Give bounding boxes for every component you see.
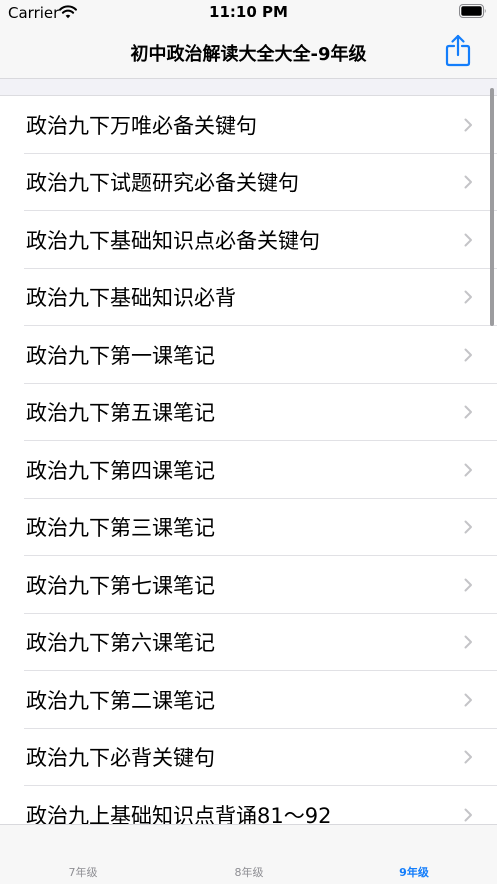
chevron-right-icon: [464, 405, 472, 419]
scrollbar[interactable]: [490, 88, 494, 326]
status-bar: Carrier 11:10 PM: [0, 0, 497, 28]
list-item[interactable]: 政治九下试题研究必备关键句: [0, 154, 497, 212]
chevron-right-icon: [464, 750, 472, 764]
list-item[interactable]: 政治九下万唯必备关键句: [0, 96, 497, 154]
list-item-label: 政治九下第五课笔记: [26, 401, 215, 426]
chevron-right-icon: [464, 578, 472, 592]
page-title: 初中政治解读大全大全-9年级: [130, 44, 367, 65]
chevron-right-icon: [464, 463, 472, 477]
list-item-label: 政治九上基础知识点背诵81～92: [26, 803, 332, 824]
tab-label: 8年级: [234, 866, 264, 879]
chevron-right-icon: [464, 520, 472, 534]
list-item-label: 政治九下基础知识点必备关键句: [26, 228, 320, 253]
list-item[interactable]: 政治九下基础知识必背: [0, 269, 497, 327]
chapter-list: 政治九下万唯必备关键句 政治九下试题研究必备关键句 政治九下基础知识点必备关键句…: [0, 96, 497, 824]
list-item-label: 政治九下第七课笔记: [26, 573, 215, 598]
list-item[interactable]: 政治九下第七课笔记: [0, 556, 497, 614]
tab-9th-grade[interactable]: 9年级: [331, 825, 497, 884]
navigation-bar: 初中政治解读大全大全-9年级: [0, 28, 497, 79]
list-item-label: 政治九下基础知识必背: [26, 286, 236, 311]
list-item[interactable]: 政治九下第二课笔记: [0, 671, 497, 729]
battery-icon: [459, 4, 486, 18]
list-item-label: 政治九下万唯必备关键句: [26, 113, 257, 138]
chevron-right-icon: [464, 348, 472, 362]
chevron-right-icon: [464, 233, 472, 247]
list-section-gap: [0, 79, 497, 96]
list-item-label: 政治九下第六课笔记: [26, 631, 215, 656]
chevron-right-icon: [464, 175, 472, 189]
chevron-right-icon: [464, 808, 472, 822]
list-item-label: 政治九下第三课笔记: [26, 516, 215, 541]
clock-label: 11:10 PM: [209, 3, 288, 21]
chevron-right-icon: [464, 118, 472, 132]
tab-label: 9年级: [399, 866, 429, 879]
list-item[interactable]: 政治九下第六课笔记: [0, 614, 497, 672]
chevron-right-icon: [464, 635, 472, 649]
list-item-label: 政治九下第二课笔记: [26, 688, 215, 713]
chevron-right-icon: [464, 290, 472, 304]
list-item[interactable]: 政治九下第五课笔记: [0, 384, 497, 442]
list-item[interactable]: 政治九下第一课笔记: [0, 326, 497, 384]
chevron-right-icon: [464, 693, 472, 707]
list-item[interactable]: 政治九下第四课笔记: [0, 441, 497, 499]
share-icon[interactable]: [444, 34, 472, 68]
list-item-label: 政治九下第一课笔记: [26, 343, 215, 368]
list-item[interactable]: 政治九下必背关键句: [0, 729, 497, 787]
list-item-label: 政治九下试题研究必备关键句: [26, 171, 299, 196]
list-item-label: 政治九下第四课笔记: [26, 458, 215, 483]
tab-8th-grade[interactable]: 8年级: [166, 825, 332, 884]
list-item[interactable]: 政治九下基础知识点必备关键句: [0, 211, 497, 269]
tab-bar: 7年级 8年级 9年级: [0, 824, 497, 884]
tab-7th-grade[interactable]: 7年级: [0, 825, 166, 884]
list-item-label: 政治九下必背关键句: [26, 746, 215, 771]
list-item[interactable]: 政治九上基础知识点背诵81～92: [0, 786, 497, 824]
tab-label: 7年级: [68, 866, 98, 879]
list-item[interactable]: 政治九下第三课笔记: [0, 499, 497, 557]
